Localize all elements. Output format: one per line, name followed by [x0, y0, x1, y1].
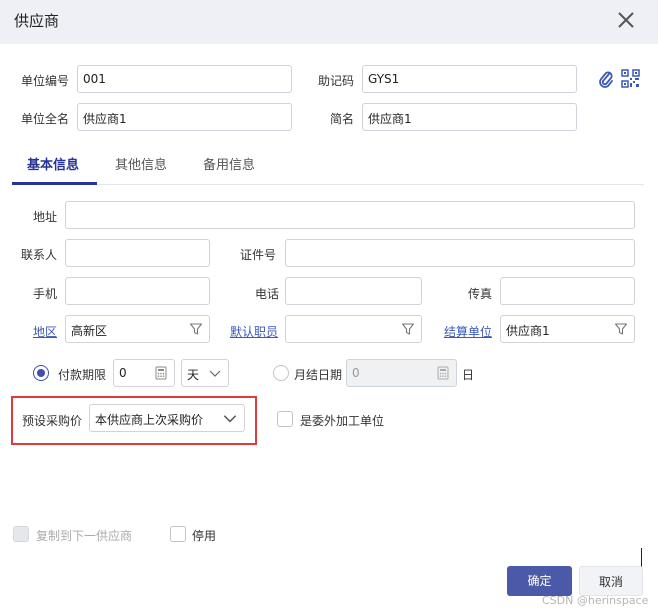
payment-term-label: 付款期限 [58, 368, 107, 382]
full-name-label: 单位全名 [21, 112, 70, 126]
fax-field[interactable] [500, 277, 635, 305]
copy-next-label: 复制到下一供应商 [36, 529, 133, 543]
mobile-field[interactable] [65, 277, 210, 305]
filter-icon[interactable] [189, 322, 203, 336]
settlement-unit-field[interactable]: 供应商1 [500, 315, 635, 343]
region-value: 高新区 [71, 324, 108, 338]
monthly-date-label: 月结日期 [294, 368, 343, 382]
short-name-value: 供应商1 [368, 112, 412, 126]
phone-field[interactable] [285, 277, 422, 305]
payment-term-unit-select[interactable]: 天 [181, 359, 229, 387]
short-name-field[interactable]: 供应商1 [362, 103, 577, 131]
ok-button[interactable]: 确定 [507, 566, 572, 596]
monthly-date-field: 0 [346, 359, 457, 387]
chevron-down-icon [223, 415, 237, 423]
preset-price-label: 预设采购价 [22, 414, 83, 428]
short-name-label: 简名 [330, 112, 355, 126]
monthly-date-unit: 日 [462, 368, 475, 382]
calculator-icon[interactable] [154, 366, 168, 380]
unit-code-field[interactable]: 001 [77, 65, 292, 93]
dialog-title: 供应商 [14, 12, 60, 30]
preset-price-select[interactable]: 本供应商上次采购价 [89, 404, 245, 432]
close-icon[interactable] [614, 8, 638, 32]
unit-code-label: 单位编号 [21, 74, 70, 88]
monthly-date-radio[interactable] [273, 365, 289, 381]
monthly-date-value: 0 [352, 366, 360, 380]
id-number-label: 证件号 [240, 248, 277, 262]
tab-backup-info[interactable]: 备用信息 [203, 154, 255, 173]
full-name-field[interactable]: 供应商1 [77, 103, 292, 131]
id-number-field[interactable] [285, 239, 635, 267]
chevron-down-icon [209, 370, 221, 377]
qr-code-icon[interactable] [621, 69, 640, 88]
watermark: CSDN @herinspace [542, 594, 649, 607]
default-staff-link[interactable]: 默认职员 [230, 323, 278, 340]
preset-price-value: 本供应商上次采购价 [95, 413, 204, 427]
outsource-label: 是委外加工单位 [300, 414, 385, 428]
filter-icon[interactable] [614, 322, 628, 336]
address-label: 地址 [33, 210, 58, 224]
payment-term-unit-value: 天 [187, 368, 200, 382]
tabs-divider [12, 184, 644, 185]
outsource-checkbox[interactable] [277, 411, 293, 427]
memo-code-value: GYS1 [368, 72, 400, 86]
tab-other-info[interactable]: 其他信息 [115, 154, 167, 173]
payment-term-value: 0 [119, 366, 127, 380]
settlement-unit-value: 供应商1 [506, 324, 550, 338]
disable-checkbox[interactable] [170, 526, 186, 542]
memo-code-field[interactable]: GYS1 [362, 65, 577, 93]
active-tab-indicator [12, 182, 97, 185]
memo-code-label: 助记码 [318, 74, 355, 88]
payment-term-field[interactable]: 0 [113, 359, 175, 387]
payment-term-radio[interactable] [33, 365, 49, 381]
unit-code-value: 001 [83, 72, 106, 86]
settlement-unit-link[interactable]: 结算单位 [444, 323, 492, 340]
cancel-button[interactable]: 取消 [579, 566, 643, 596]
phone-label: 电话 [255, 287, 280, 301]
disable-label: 停用 [192, 529, 217, 543]
full-name-value: 供应商1 [83, 112, 127, 126]
fax-label: 传真 [468, 287, 493, 301]
filter-icon[interactable] [401, 322, 415, 336]
calculator-icon [437, 366, 449, 380]
copy-next-checkbox [13, 526, 29, 542]
address-field[interactable] [65, 201, 635, 229]
dialog-titlebar: 供应商 [0, 0, 658, 44]
tab-basic-info[interactable]: 基本信息 [27, 154, 79, 173]
contact-field[interactable] [65, 239, 210, 267]
default-staff-field[interactable] [285, 315, 422, 343]
paperclip-icon[interactable] [598, 69, 614, 89]
mobile-label: 手机 [33, 287, 58, 301]
region-field[interactable]: 高新区 [65, 315, 210, 343]
contact-label: 联系人 [21, 248, 58, 262]
region-link[interactable]: 地区 [33, 323, 57, 340]
